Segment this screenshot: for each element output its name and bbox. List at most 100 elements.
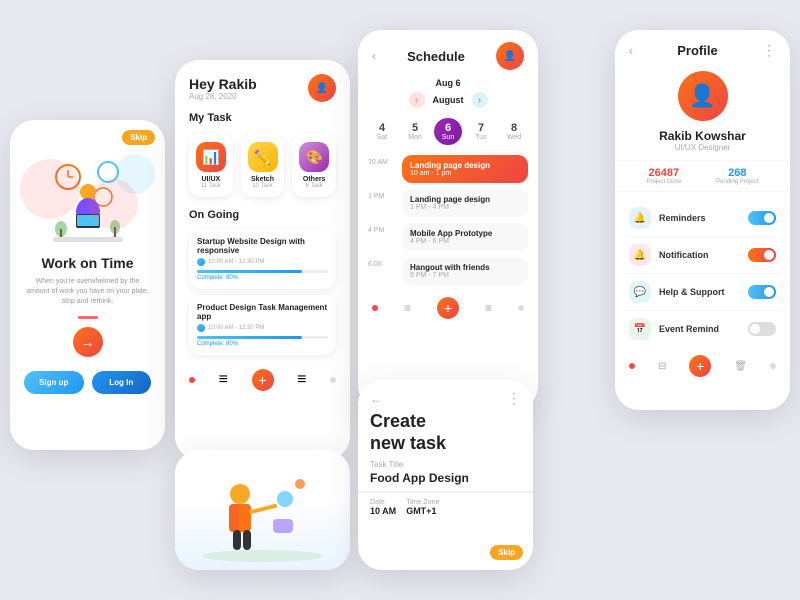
- illustration-screen: [175, 450, 350, 570]
- mytask-section-title: My Task: [175, 108, 350, 128]
- notification-icon: 🔔: [629, 244, 651, 266]
- profile-stats: 26487 Project Done 268 Pending Project: [615, 160, 790, 192]
- next-month-button[interactable]: ›: [472, 92, 488, 108]
- footer-icon1: ⊟: [658, 361, 666, 372]
- footer-dot2: [518, 305, 524, 311]
- date-5-mon[interactable]: 5 Mon: [401, 118, 429, 145]
- date-label: Aug 6: [358, 76, 538, 90]
- event-remind-row[interactable]: 📅 Event Remind: [625, 311, 780, 347]
- create-task-screen: ← ⋮ Create new task Task Title Food App …: [358, 380, 533, 570]
- login-button[interactable]: Log In: [92, 371, 152, 394]
- create-task-more[interactable]: ⋮: [507, 390, 521, 407]
- user-avatar[interactable]: 👤: [308, 74, 336, 102]
- ongoing-section-title: On Going: [175, 203, 350, 223]
- profile-title: Profile: [633, 43, 762, 58]
- footer-red-dot: [629, 363, 635, 369]
- my-task-screen: Hey Rakib Aug 28, 2020 👤 My Task 📊 UI/UX…: [175, 60, 350, 460]
- greeting-text: Hey Rakib: [189, 76, 257, 92]
- sketch-label: Sketch: [247, 176, 279, 183]
- time-text-2: 10:00 AM - 12:30 PM: [208, 325, 264, 331]
- task-card-others[interactable]: 🎨 Others 6 Task: [292, 134, 336, 197]
- month-navigation: ‹ August ›: [358, 90, 538, 114]
- progress-label-2: Complete: 80%: [197, 341, 328, 347]
- footer-red-dot: [372, 305, 378, 311]
- task-card-uiux[interactable]: 📊 UI/UX 11 Task: [189, 134, 233, 197]
- prev-month-button[interactable]: ‹: [409, 92, 425, 108]
- date-row: 4 Sat 5 Mon 6 Sun 7 Tus 8 Wed: [358, 114, 538, 149]
- event-icon: 📅: [629, 318, 651, 340]
- slot-time-4: 6 PM - 7 PM: [410, 272, 520, 279]
- slot-6pm: 6:00 Hangout with friends 6 PM - 7 PM: [368, 257, 528, 285]
- next-button[interactable]: →: [73, 327, 103, 357]
- others-count: 6 Task: [298, 183, 330, 189]
- more-options-button[interactable]: ⋮: [762, 42, 776, 59]
- slot-time-1: 10 am - 1 pm: [410, 170, 520, 177]
- reminders-toggle[interactable]: [748, 211, 776, 225]
- progress-bg-2: [197, 336, 328, 339]
- date-7-tus[interactable]: 7 Tus: [467, 118, 495, 145]
- slot-title-1: Landing page design: [410, 161, 520, 170]
- screen1-description: When you're overwhelmed by the amount of…: [10, 271, 165, 312]
- footer-lines-icon: ≡: [219, 371, 228, 389]
- reminders-row[interactable]: 🔔 Reminders: [625, 200, 780, 237]
- time-text-1: 10:00 AM - 12:30 PM: [208, 259, 264, 265]
- slot-title-3: Mobile App Prototype: [410, 229, 520, 238]
- add-profile-button[interactable]: +: [689, 355, 711, 377]
- help-label: Help & Support: [659, 287, 725, 297]
- pending-projects-label: Pending Project: [716, 179, 758, 185]
- footer-list-icon: ≡: [297, 371, 306, 389]
- footer-dot2: [770, 363, 776, 369]
- help-icon: 💬: [629, 281, 651, 303]
- signup-button[interactable]: Sign up: [24, 371, 84, 394]
- add-schedule-button[interactable]: +: [437, 297, 459, 319]
- footer-icon: ≡: [404, 301, 411, 315]
- auth-actions: Sign up Log In: [10, 365, 165, 400]
- create-task-skip[interactable]: Skip: [490, 545, 523, 560]
- ongoing-card-2[interactable]: Product Design Task Management app 10:00…: [189, 295, 336, 355]
- profile-avatar: 👤: [678, 71, 728, 121]
- schedule-avatar[interactable]: 👤: [496, 42, 524, 70]
- task-cards-row: 📊 UI/UX 11 Task ✏️ Sketch 10 Task 🎨 Othe…: [175, 128, 350, 203]
- skip-button[interactable]: Skip: [122, 130, 155, 145]
- schedule-title: Schedule: [376, 49, 496, 64]
- date-8-wed[interactable]: 8 Wed: [500, 118, 528, 145]
- progress-bg-1: [197, 270, 328, 273]
- slot-card-landing-2[interactable]: Landing page design 1 PM - 4 PM: [402, 189, 528, 217]
- event-label: Event Remind: [659, 324, 719, 334]
- uiux-count: 11 Task: [195, 183, 227, 189]
- work-on-time-screen: Skip Work on Time: [10, 120, 165, 450]
- timezone-value: GMT+1: [406, 506, 439, 516]
- footer-list-icon: ≡: [485, 301, 492, 315]
- event-toggle[interactable]: [748, 322, 776, 336]
- task-card-sketch[interactable]: ✏️ Sketch 10 Task: [241, 134, 285, 197]
- task-title-label: Task Title: [358, 454, 533, 471]
- ongoing-card-1[interactable]: Startup Website Design with responsive 1…: [189, 229, 336, 289]
- date-value: 10 AM: [370, 506, 396, 516]
- create-task-back[interactable]: ←: [370, 392, 382, 406]
- time-icon-1: [197, 258, 205, 266]
- uiux-icon: 📊: [196, 142, 226, 172]
- task-date: Date 10 AM: [370, 499, 396, 516]
- help-support-row[interactable]: 💬 Help & Support: [625, 274, 780, 311]
- reminders-label: Reminders: [659, 213, 706, 223]
- slot-card-mobile[interactable]: Mobile App Prototype 4 PM - 6 PM: [402, 223, 528, 251]
- date-4-sat[interactable]: 4 Sat: [368, 118, 396, 145]
- slot-4pm: 4 PM Mobile App Prototype 4 PM - 6 PM: [368, 223, 528, 251]
- slot-title-2: Landing page design: [410, 195, 520, 204]
- profile-role: UI/UX Designer: [615, 143, 790, 152]
- notification-toggle[interactable]: [748, 248, 776, 262]
- add-task-button[interactable]: +: [252, 369, 274, 391]
- slot-10am: 10 AM Landing page design 10 am - 1 pm: [368, 155, 528, 183]
- notification-row[interactable]: 🔔 Notification: [625, 237, 780, 274]
- slot-time-3: 4 PM - 6 PM: [410, 238, 520, 245]
- slot-card-hangout[interactable]: Hangout with friends 6 PM - 7 PM: [402, 257, 528, 285]
- help-toggle[interactable]: [748, 285, 776, 299]
- progress-fill-2: [197, 336, 302, 339]
- slot-card-landing-1[interactable]: Landing page design 10 am - 1 pm: [402, 155, 528, 183]
- screen2-header: Hey Rakib Aug 28, 2020 👤: [175, 60, 350, 108]
- create-task-heading: Create new task: [358, 411, 533, 454]
- others-icon: 🎨: [299, 142, 329, 172]
- pending-projects-value: 268: [716, 167, 758, 179]
- projects-done-label: Project Done: [646, 179, 681, 185]
- date-6-sun[interactable]: 6 Sun: [434, 118, 462, 145]
